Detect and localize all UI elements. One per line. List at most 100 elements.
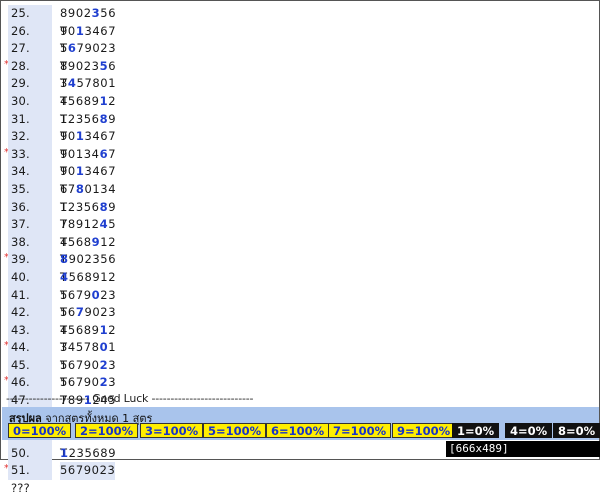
digit-sequence: 4568912 T [60,234,120,267]
digits-before: 56 [60,305,76,320]
table-row: *33. 8659013467 T [4,145,120,179]
digit-sequence: 6780134 T [60,181,120,214]
digits-before: 45689 [60,93,100,108]
digit-percent-badge: 7=100% [328,423,392,438]
digit-sequence: 5679023 [60,462,116,481]
row-number: 36. 487 [8,198,52,231]
image-watermark: [666x489] https://upic.me/ [446,441,600,471]
digit-sequence: 4568912 T [60,322,120,355]
table-row: 27. 6615679023 T [4,40,120,73]
table-row: 45. 2275679023 T [4,356,120,390]
table-row: 42. 5775679023 T [4,304,120,337]
digit-percent-badge: 8=0% [553,423,600,438]
highlighted-digit: 4 [99,217,109,232]
highlighted-digit: 0 [91,287,101,302]
digit-sequence: 1235689 T [60,111,120,144]
highlighted-digit: 8 [99,111,109,126]
digits-before: 8902 [60,6,92,20]
highlighted-digit: 6 [67,41,77,56]
digits-before: 5679 [60,287,92,302]
row-number: 31. 986 [8,110,52,143]
digits-before: 90 [60,164,76,179]
digits-before: 34578 [60,340,100,355]
digits-before: 5679023 [60,463,116,478]
digits-before: 90134 [60,146,100,161]
good-luck-separator: ---------------------- Good Luck -------… [6,392,254,405]
table-row: 35. 3876780134 T [4,180,120,214]
digit-sequence: 5679023 T [60,287,120,320]
row-number: 29. 542 [8,75,52,108]
table-row: 37. 1407891245 T [4,216,120,249]
table-row: 40. 1414568912 T [4,268,120,302]
highlighted-digit: 1 [99,93,109,108]
row-number: 42. 577 [8,304,52,337]
table-row: 31. 9861235689 T [4,110,120,144]
digit-sequence: 8902356 T [60,5,120,38]
digit-percent-badge: 1=0% [452,423,500,438]
table-row: 29. 5423457801 T [4,75,120,108]
table-row: *28. 4568902356 T [4,57,120,90]
digit-sequence: 1235689 T [60,199,120,232]
highlighted-digit: 4 [60,269,69,284]
table-row: *44. 7073457801 T [4,339,120,372]
digits-before: 3 [60,76,68,91]
digits-before: 78912 [60,217,100,232]
highlighted-digit: 2 [99,357,109,372]
highlighted-digit: 0 [99,340,109,355]
digits-before: 89023 [60,58,100,73]
table-row: 26. 4119013467 T [4,22,120,56]
highlighted-digit: 1 [99,322,109,337]
highlighted-digit: 2 [99,375,109,390]
content-frame: 25. 4528902356 T26. 4119013467 T27. 6615… [0,0,600,495]
highlighted-digit: 4 [67,76,77,91]
highlighted-digit: 6 [99,146,109,161]
digit-sequence: 8902356 T [60,251,120,284]
digit-sequence: 9013467 T [60,128,120,161]
table-row: * 51. ??? 5679023 [4,462,120,495]
highlighted-digit: 8 [60,252,69,267]
table-row: 34. 9129013467 T [4,163,120,196]
digit-sequence: 3457801 T [60,339,120,372]
row-number: 32. 933 [8,128,52,161]
row-number: 33. 865 [8,145,52,178]
digit-percent-badge: 2=100% [75,423,139,438]
row-number: 30. 816 [8,92,52,126]
table-row: 36. 4871235689 T [4,198,120,232]
row-number: 51. ??? [8,462,52,495]
digit-sequence: 5679023 T [60,374,120,407]
digit-sequence: 9013467 T [60,163,120,196]
digit-sequence: 3457801 T [60,75,120,108]
row-number: 25. 452 [8,5,52,38]
digits-before: 12356 [60,111,100,126]
digit-sequence: 5679023 T [60,357,120,390]
row-number: 40. 141 [8,268,52,302]
digits-before: 56790 [60,357,100,372]
row-number: 34. 912 [8,163,52,196]
digit-sequence: 9013467 T [60,146,120,179]
row-number: 28. 456 [8,57,52,90]
table-row: 43. 3124568912 T [4,321,120,355]
table-row: 30. 8164568912 T [4,92,120,126]
digits-before: 12356 [60,199,100,214]
digit-sequence: 4568912 T [60,93,120,126]
highlighted-digit: 5 [99,58,109,73]
digits-before: 5 [60,41,68,56]
digit-percent-badge: 6=100% [266,423,330,438]
row-number: 46. 222 [8,374,52,407]
digits-before: 90 [60,23,76,38]
digit-percent-badge: 0=100% [8,423,72,438]
row-number: 26. 411 [8,22,52,55]
table-row: 38. 9864568912 T [4,233,120,267]
digit-sequence: 4568912 T [60,269,120,302]
digit-sequence: 9013467 T [60,23,120,56]
digit-sequence: 7891245 T [60,216,120,249]
row-number: 41. 304 [8,286,52,319]
highlighted-digit: 8 [99,199,109,214]
row-number: 43. 312 [8,321,52,354]
table-row: 25. 4528902356 T [4,5,120,38]
digit-percent-badge: 3=100% [140,423,204,438]
row-number: 44. 707 [8,339,52,372]
row-number: 39. 980 [8,251,52,284]
digit-sequence: 5679023 T [60,40,120,73]
highlighted-digit: 3 [91,6,101,20]
